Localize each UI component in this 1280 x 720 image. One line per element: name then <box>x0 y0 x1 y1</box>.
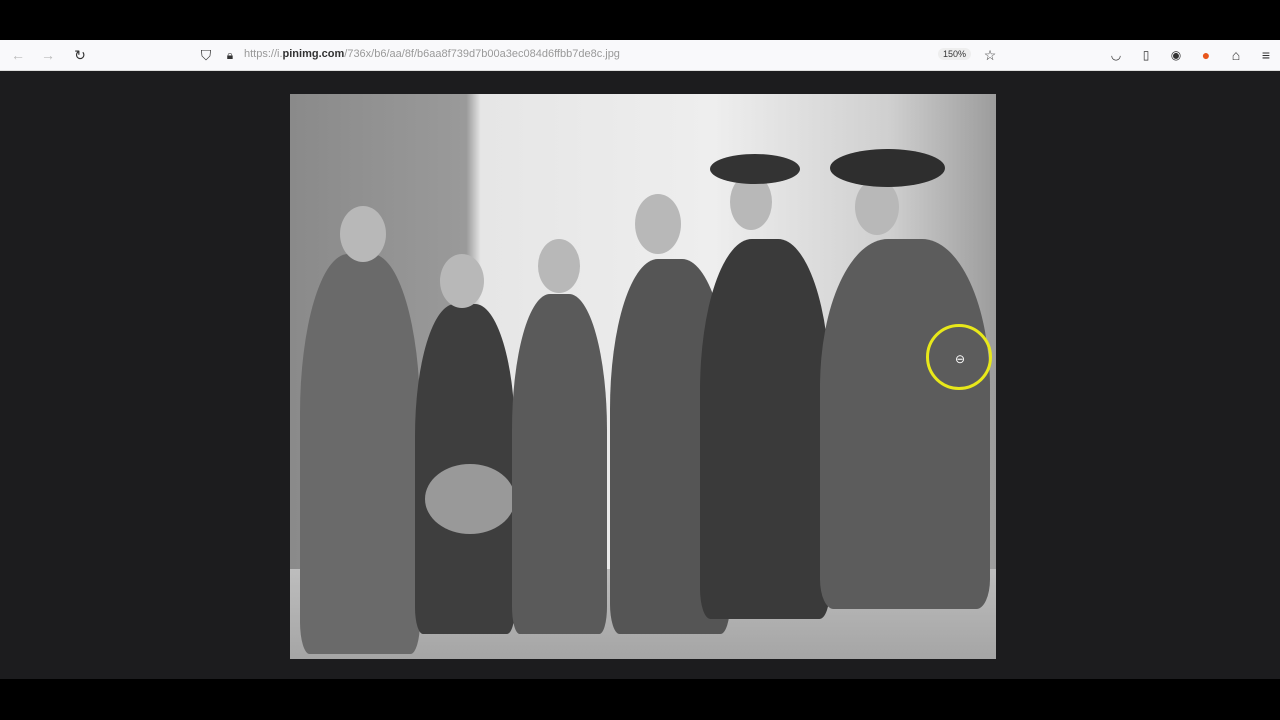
figure <box>300 254 420 654</box>
pocket-icon[interactable]: ◡ <box>1106 45 1126 65</box>
hat <box>710 154 800 184</box>
back-icon[interactable]: ← <box>8 45 28 65</box>
url-prefix: https://i. <box>244 48 283 60</box>
reload-icon[interactable]: ↻ <box>70 45 90 65</box>
url-bar[interactable]: https://i.pinimg.com/736x/b6/aa/8f/b6aa8… <box>244 48 620 60</box>
historical-group-photo[interactable] <box>290 94 996 659</box>
figure-head <box>855 179 899 235</box>
figure-head <box>635 194 681 254</box>
straw-hat <box>425 464 515 534</box>
zoom-level-button[interactable]: 150% <box>938 48 972 60</box>
hat <box>830 149 945 187</box>
extension-icon[interactable]: ● <box>1196 45 1216 65</box>
sidebar-icon[interactable]: ▯ <box>1136 45 1156 65</box>
url-path: /736x/b6/aa/8f/b6aa8f739d7b00a3ec084d6ff… <box>344 48 620 60</box>
figure-head <box>440 254 484 308</box>
figure <box>700 239 830 619</box>
figure <box>512 294 607 634</box>
url-domain: pinimg.com <box>282 48 345 60</box>
zoom-cursor-icon: ⊖ <box>926 324 992 390</box>
hamburger-menu-icon[interactable]: ≡ <box>1256 45 1276 65</box>
figure <box>820 239 990 609</box>
bookmark-star-icon[interactable]: ☆ <box>980 45 1000 65</box>
figure-head <box>538 239 580 293</box>
figure-head <box>340 206 386 262</box>
shield-icon[interactable]: ⛉ <box>196 45 216 65</box>
browser-toolbar: ← → ↻ ⛉ 🔒︎ https://i.pinimg.com/736x/b6/… <box>0 40 1280 71</box>
forward-icon[interactable]: → <box>38 45 58 65</box>
puzzle-icon[interactable]: ⌂ <box>1226 45 1246 65</box>
account-icon[interactable]: ◉ <box>1166 45 1186 65</box>
lock-icon[interactable]: 🔒︎ <box>220 45 240 65</box>
